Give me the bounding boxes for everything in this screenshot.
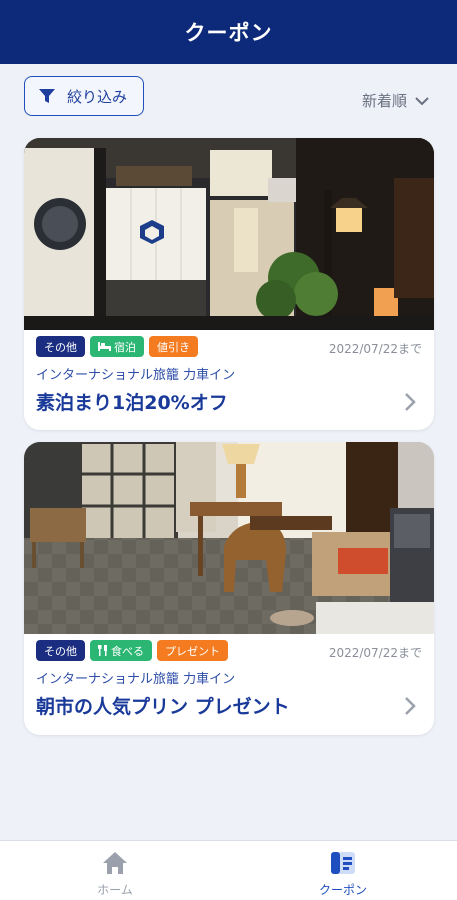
filter-button-label: 絞り込み xyxy=(67,87,128,106)
chevron-down-icon xyxy=(415,96,429,105)
hotel-name: インターナショナル旅籠 力車イン xyxy=(36,672,236,687)
ryokan-entrance-photo xyxy=(24,138,434,330)
filter-icon xyxy=(39,89,55,103)
coupon-card[interactable]: その他 食べる プレゼント 2022/07/22まで インターナショナル旅籠 力… xyxy=(24,442,434,735)
filter-button[interactable]: 絞り込み xyxy=(24,76,144,116)
coupon-title: 素泊まり1泊20%オフ xyxy=(36,392,228,414)
home-icon xyxy=(103,852,127,874)
chevron-right-icon xyxy=(405,393,416,411)
bottom-nav: ホーム クーポン xyxy=(0,840,457,900)
tag-present: プレゼント xyxy=(157,640,228,661)
coupon-expiry: 2022/07/22まで xyxy=(328,646,422,660)
tag-eat: 食べる xyxy=(90,640,152,661)
tag-other: その他 xyxy=(36,336,85,357)
nav-coupon[interactable]: クーポン xyxy=(283,849,403,898)
hotel-name: インターナショナル旅籠 力車イン xyxy=(36,368,236,383)
tag-stay-label: 宿泊 xyxy=(114,340,136,354)
nav-coupon-label: クーポン xyxy=(318,883,367,897)
coupon-title: 朝市の人気プリン プレゼント xyxy=(36,696,290,718)
coupon-icon xyxy=(331,852,355,874)
nav-home[interactable]: ホーム xyxy=(55,849,175,898)
bed-icon xyxy=(98,342,111,351)
chevron-right-icon xyxy=(405,697,416,715)
sort-dropdown[interactable]: 新着順 xyxy=(362,90,429,111)
coupon-tags: その他 宿泊 値引き xyxy=(36,336,198,357)
app-header: クーポン xyxy=(0,0,457,64)
nav-home-label: ホーム xyxy=(97,883,133,897)
tag-eat-label: 食べる xyxy=(111,644,144,658)
sort-label: 新着順 xyxy=(361,92,407,110)
coupon-expiry: 2022/07/22まで xyxy=(328,342,422,356)
page-title: クーポン xyxy=(184,21,273,45)
food-icon xyxy=(98,645,107,656)
ryokan-lounge-photo xyxy=(24,442,434,634)
tag-discount: 値引き xyxy=(149,336,198,357)
tag-stay: 宿泊 xyxy=(90,336,144,357)
coupon-card[interactable]: その他 宿泊 値引き 2022/07/22まで インターナショナル旅籠 力車イン… xyxy=(24,138,434,430)
tag-other: その他 xyxy=(36,640,85,661)
coupon-tags: その他 食べる プレゼント xyxy=(36,640,228,661)
